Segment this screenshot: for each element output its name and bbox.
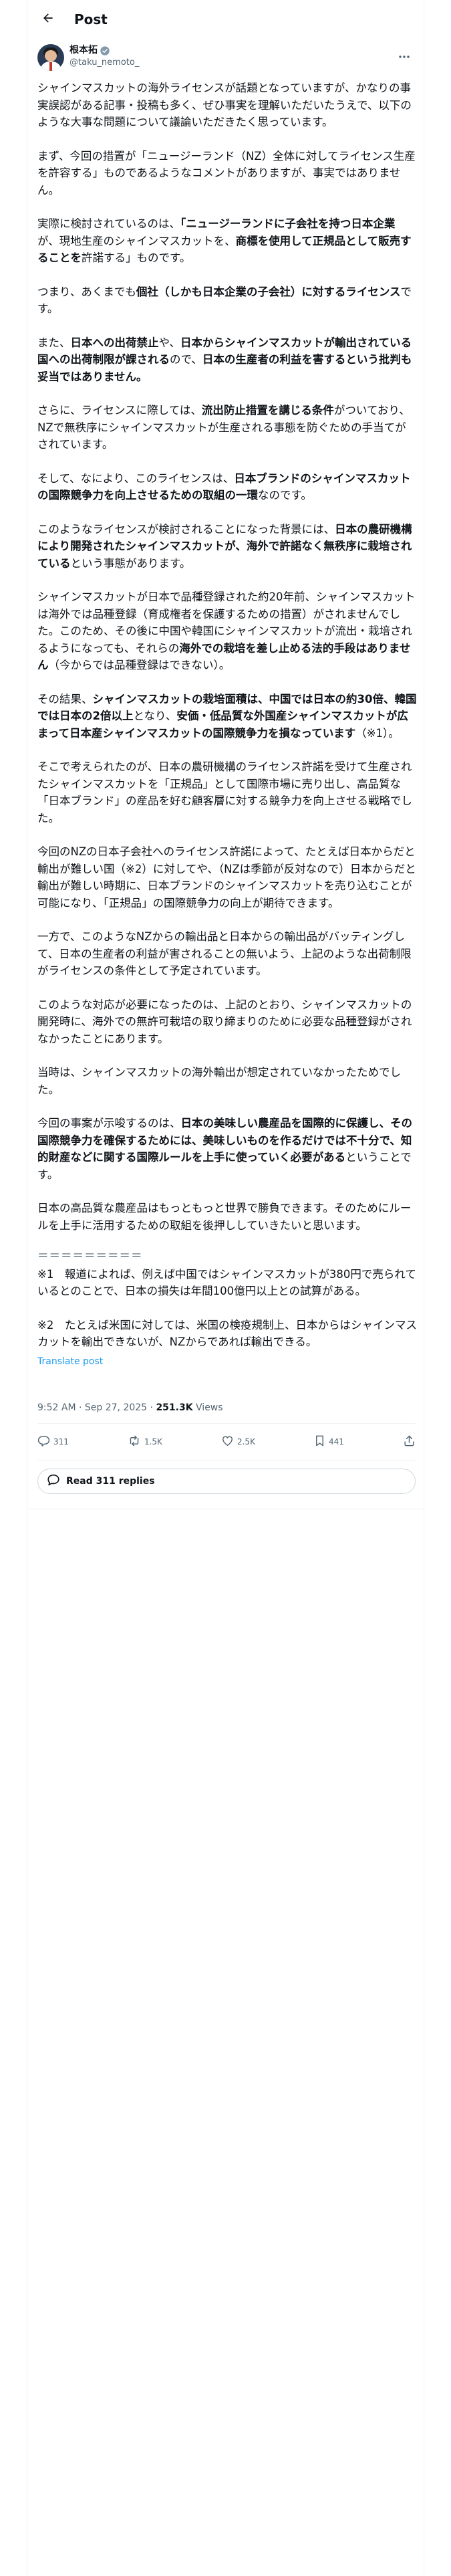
- share-button[interactable]: [403, 1434, 416, 1449]
- more-icon: [398, 49, 410, 62]
- like-count: 2.5K: [237, 1437, 255, 1446]
- paragraph: シャインマスカットの海外ライセンスが話題となっていますが、かなりの事実誤認がある…: [37, 82, 412, 128]
- paragraph: さらに、ライセンスに際しては、流出防止措置を講じる条件がついており、NZで無秩序…: [37, 404, 410, 451]
- back-arrow-icon: [41, 11, 55, 27]
- paragraph: 今回の事案が示唆するのは、日本の美味しい農産品を国際的に保護し、その国際競争力を…: [37, 1117, 412, 1181]
- paragraph: 実際に検討されているのは、「ニュージーランドに子会社を持つ日本企業が、現地生産の…: [37, 217, 412, 264]
- post-meta: 9:52 AM · Sep 27, 2025 · 251.3K Views: [37, 1402, 223, 1413]
- paragraph: 今回のNZの日本子会社へのライセンス許諾によって、たとえば日本からだと輸出が難し…: [37, 845, 416, 909]
- avatar[interactable]: [37, 44, 64, 71]
- bookmark-button[interactable]: 441: [314, 1434, 344, 1449]
- reply-button[interactable]: 311: [37, 1434, 69, 1449]
- reply-icon: [37, 1434, 50, 1449]
- more-button[interactable]: [394, 47, 414, 63]
- read-replies-label: Read 311 replies: [66, 1476, 155, 1487]
- share-icon: [403, 1434, 416, 1449]
- verified-badge-icon: [100, 45, 110, 56]
- back-button[interactable]: [37, 8, 59, 31]
- paragraph: まず、今回の措置が「ニュージーランド（NZ）全体に対してライセンス生産を許容する…: [37, 149, 416, 197]
- text-divider: ＝＝＝＝＝＝＝＝＝: [37, 1249, 143, 1262]
- like-icon: [221, 1434, 234, 1449]
- page-title: Post: [74, 11, 108, 27]
- reply-count: 311: [53, 1437, 69, 1446]
- author-info: 根本拓 @taku_nemoto_: [69, 44, 139, 69]
- post-timestamp[interactable]: 9:52 AM · Sep 27, 2025 ·: [37, 1402, 156, 1413]
- paragraph: また、日本への出荷禁止や、日本からシャインマスカットが輸出されている国への出荷制…: [37, 336, 412, 383]
- views-label: Views: [192, 1402, 223, 1413]
- author-handle[interactable]: @taku_nemoto_: [69, 57, 139, 69]
- bookmark-icon: [314, 1434, 325, 1449]
- paragraph: つまり、あくまでも個社（しかも日本企業の子会社）に対するライセンスです。: [37, 285, 412, 316]
- paragraph: そして、なにより、このライセンスは、日本ブランドのシャインマスカットの国際競争力…: [37, 471, 411, 502]
- paragraph: 日本の高品質な農産品はもっともっと世界で勝負できます。そのためにルールを上手に活…: [37, 1202, 412, 1232]
- paragraph: 当時は、シャインマスカットの海外輸出が想定されていなかったためでした。: [37, 1066, 402, 1096]
- paragraph: シャインマスカットが日本で品種登録された約20年前、シャインマスカットは海外では…: [37, 591, 416, 671]
- divider: [37, 1423, 416, 1424]
- paragraph: このような対応が必要になったのは、上記のとおり、シャインマスカットの開発時に、海…: [37, 998, 412, 1045]
- footnote-2: ※2 たとえば米国に対しては、米国の検疫規制上、日本からはシャインマスカットを輸…: [37, 1318, 417, 1349]
- views-count: 251.3K: [156, 1402, 193, 1413]
- action-bar: 311 1.5K 2.5K 441: [37, 1427, 416, 1457]
- translate-post-link[interactable]: Translate post: [37, 1354, 417, 1371]
- footnote-1: ※1 報道によれば、例えば中国ではシャインマスカットが380円で売られているとの…: [37, 1267, 416, 1298]
- paragraph: このようなライセンスが検討されることになった背景には、日本の農研機構により開発さ…: [37, 522, 412, 570]
- page: Post 根本拓 @taku_nemoto_ シャインマスカットの海外ライセンス…: [0, 0, 451, 2576]
- top-bar: Post: [27, 0, 424, 39]
- repost-icon: [128, 1434, 141, 1449]
- paragraph: そこで考えられたのが、日本の農研機構のライセンス許諾を受けて生産されたシャインマ…: [37, 760, 412, 825]
- speech-bubble-icon: [46, 1473, 61, 1490]
- like-button[interactable]: 2.5K: [221, 1434, 255, 1449]
- author-name[interactable]: 根本拓: [69, 44, 98, 57]
- repost-button[interactable]: 1.5K: [128, 1434, 162, 1449]
- paragraph: 一方で、このようなNZからの輸出品と日本からの輸出品がバッティングして、日本の生…: [37, 930, 412, 977]
- read-replies-button[interactable]: Read 311 replies: [37, 1469, 416, 1494]
- bookmark-count: 441: [329, 1437, 344, 1446]
- paragraph: その結果、シャインマスカットの栽培面積は、中国では日本の約30倍、韓国では日本の…: [37, 692, 417, 740]
- repost-count: 1.5K: [144, 1437, 162, 1446]
- post-text: シャインマスカットの海外ライセンスが話題となっていますが、かなりの事実誤認がある…: [37, 80, 417, 1370]
- author-row: 根本拓 @taku_nemoto_: [37, 44, 418, 74]
